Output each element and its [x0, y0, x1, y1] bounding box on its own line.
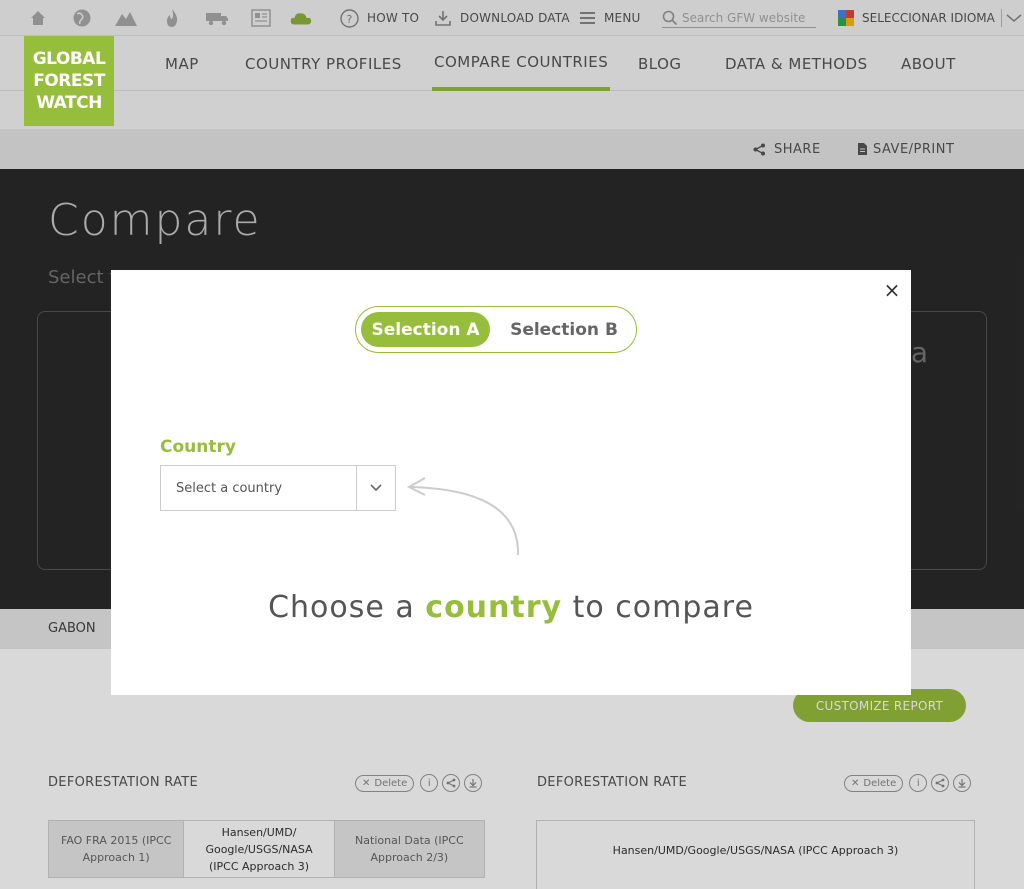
country-select-value: Select a country	[176, 481, 283, 496]
country-field-label: Country	[160, 437, 236, 457]
close-button[interactable]: ×	[881, 278, 903, 302]
compare-modal: × Selection A Selection B Country Select…	[111, 270, 911, 695]
logo-line-3: WATCH	[36, 93, 102, 113]
selection-toggle: Selection A Selection B	[355, 306, 637, 353]
compare-prompt: Choose a country to compare	[111, 590, 911, 625]
gfw-logo[interactable]: GLOBAL FOREST WATCH	[24, 36, 114, 126]
prompt-suffix: to compare	[562, 590, 754, 625]
prompt-highlight: country	[425, 590, 563, 625]
logo-line-2: FOREST	[33, 71, 105, 91]
tab-selection-b[interactable]: Selection B	[496, 312, 632, 347]
country-select[interactable]: Select a country	[160, 465, 396, 511]
tab-selection-a[interactable]: Selection A	[361, 312, 490, 347]
logo-line-1: GLOBAL	[32, 49, 106, 69]
curved-arrow-icon	[406, 477, 520, 556]
chevron-down-icon[interactable]	[357, 466, 395, 510]
prompt-prefix: Choose a	[268, 590, 426, 625]
